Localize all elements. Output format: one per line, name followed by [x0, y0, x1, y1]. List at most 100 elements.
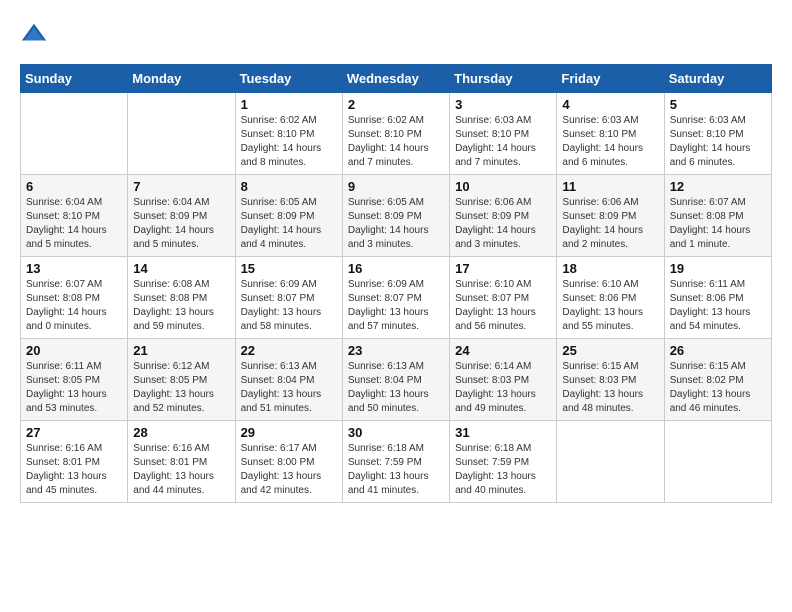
day-info: Sunrise: 6:03 AM Sunset: 8:10 PM Dayligh…	[455, 114, 551, 170]
day-number: 28	[133, 425, 229, 440]
day-info: Sunrise: 6:06 AM Sunset: 8:09 PM Dayligh…	[562, 196, 658, 252]
logo	[20, 20, 52, 48]
day-cell: 1 Sunrise: 6:02 AM Sunset: 8:10 PM Daylig…	[235, 93, 342, 175]
day-number: 1	[241, 97, 337, 112]
weekday-header-friday: Friday	[557, 65, 664, 93]
day-number: 21	[133, 343, 229, 358]
day-info: Sunrise: 6:14 AM Sunset: 8:03 PM Dayligh…	[455, 360, 551, 416]
day-cell: 18 Sunrise: 6:10 AM Sunset: 8:06 PM Dayli…	[557, 257, 664, 339]
day-cell: 17 Sunrise: 6:10 AM Sunset: 8:07 PM Dayli…	[450, 257, 557, 339]
day-info: Sunrise: 6:17 AM Sunset: 8:00 PM Dayligh…	[241, 442, 337, 498]
day-cell: 25 Sunrise: 6:15 AM Sunset: 8:03 PM Dayli…	[557, 339, 664, 421]
day-cell	[557, 421, 664, 503]
day-info: Sunrise: 6:15 AM Sunset: 8:02 PM Dayligh…	[670, 360, 766, 416]
day-cell: 2 Sunrise: 6:02 AM Sunset: 8:10 PM Daylig…	[342, 93, 449, 175]
day-cell: 5Sunrise: 6:03 AM Sunset: 8:10 PM Daylig…	[664, 93, 771, 175]
day-info: Sunrise: 6:08 AM Sunset: 8:08 PM Dayligh…	[133, 278, 229, 334]
day-cell: 13 Sunrise: 6:07 AM Sunset: 8:08 PM Dayli…	[21, 257, 128, 339]
weekday-header-thursday: Thursday	[450, 65, 557, 93]
day-cell: 16 Sunrise: 6:09 AM Sunset: 8:07 PM Dayli…	[342, 257, 449, 339]
day-number: 30	[348, 425, 444, 440]
day-number: 22	[241, 343, 337, 358]
day-number: 29	[241, 425, 337, 440]
day-number: 31	[455, 425, 551, 440]
day-cell: 27Sunrise: 6:16 AM Sunset: 8:01 PM Dayli…	[21, 421, 128, 503]
day-cell: 14Sunrise: 6:08 AM Sunset: 8:08 PM Dayli…	[128, 257, 235, 339]
day-cell: 31 Sunrise: 6:18 AM Sunset: 7:59 PM Dayli…	[450, 421, 557, 503]
day-cell	[128, 93, 235, 175]
day-cell: 30Sunrise: 6:18 AM Sunset: 7:59 PM Dayli…	[342, 421, 449, 503]
day-info: Sunrise: 6:09 AM Sunset: 8:07 PM Dayligh…	[241, 278, 337, 334]
day-number: 10	[455, 179, 551, 194]
day-cell: 22 Sunrise: 6:13 AM Sunset: 8:04 PM Dayli…	[235, 339, 342, 421]
day-cell: 7 Sunrise: 6:04 AM Sunset: 8:09 PM Daylig…	[128, 175, 235, 257]
week-row-4: 20 Sunrise: 6:11 AM Sunset: 8:05 PM Dayli…	[21, 339, 772, 421]
day-number: 23	[348, 343, 444, 358]
day-info: Sunrise: 6:16 AM Sunset: 8:01 PM Dayligh…	[26, 442, 122, 498]
day-cell: 3 Sunrise: 6:03 AM Sunset: 8:10 PM Daylig…	[450, 93, 557, 175]
day-number: 25	[562, 343, 658, 358]
day-info: Sunrise: 6:07 AM Sunset: 8:08 PM Dayligh…	[26, 278, 122, 334]
day-number: 9	[348, 179, 444, 194]
logo-icon	[20, 20, 48, 48]
page-header	[20, 20, 772, 48]
day-number: 19	[670, 261, 766, 276]
day-info: Sunrise: 6:18 AM Sunset: 7:59 PM Dayligh…	[455, 442, 551, 498]
day-number: 6	[26, 179, 122, 194]
day-info: Sunrise: 6:10 AM Sunset: 8:06 PM Dayligh…	[562, 278, 658, 334]
day-info: Sunrise: 6:11 AM Sunset: 8:05 PM Dayligh…	[26, 360, 122, 416]
day-info: Sunrise: 6:09 AM Sunset: 8:07 PM Dayligh…	[348, 278, 444, 334]
day-info: Sunrise: 6:16 AM Sunset: 8:01 PM Dayligh…	[133, 442, 229, 498]
weekday-header-sunday: Sunday	[21, 65, 128, 93]
day-cell: 26 Sunrise: 6:15 AM Sunset: 8:02 PM Dayli…	[664, 339, 771, 421]
day-cell: 10 Sunrise: 6:06 AM Sunset: 8:09 PM Dayli…	[450, 175, 557, 257]
day-info: Sunrise: 6:02 AM Sunset: 8:10 PM Dayligh…	[241, 114, 337, 170]
day-info: Sunrise: 6:05 AM Sunset: 8:09 PM Dayligh…	[241, 196, 337, 252]
day-info: Sunrise: 6:11 AM Sunset: 8:06 PM Dayligh…	[670, 278, 766, 334]
week-row-2: 6 Sunrise: 6:04 AM Sunset: 8:10 PM Daylig…	[21, 175, 772, 257]
day-info: Sunrise: 6:04 AM Sunset: 8:10 PM Dayligh…	[26, 196, 122, 252]
day-cell	[21, 93, 128, 175]
day-info: Sunrise: 6:13 AM Sunset: 8:04 PM Dayligh…	[348, 360, 444, 416]
day-cell: 21 Sunrise: 6:12 AM Sunset: 8:05 PM Dayli…	[128, 339, 235, 421]
day-number: 15	[241, 261, 337, 276]
day-cell: 8Sunrise: 6:05 AM Sunset: 8:09 PM Daylig…	[235, 175, 342, 257]
day-info: Sunrise: 6:03 AM Sunset: 8:10 PM Dayligh…	[562, 114, 658, 170]
day-number: 26	[670, 343, 766, 358]
day-info: Sunrise: 6:02 AM Sunset: 8:10 PM Dayligh…	[348, 114, 444, 170]
week-row-3: 13 Sunrise: 6:07 AM Sunset: 8:08 PM Dayli…	[21, 257, 772, 339]
day-number: 3	[455, 97, 551, 112]
day-info: Sunrise: 6:12 AM Sunset: 8:05 PM Dayligh…	[133, 360, 229, 416]
day-cell: 20 Sunrise: 6:11 AM Sunset: 8:05 PM Dayli…	[21, 339, 128, 421]
weekday-header-wednesday: Wednesday	[342, 65, 449, 93]
day-cell	[664, 421, 771, 503]
day-info: Sunrise: 6:04 AM Sunset: 8:09 PM Dayligh…	[133, 196, 229, 252]
day-number: 2	[348, 97, 444, 112]
day-info: Sunrise: 6:13 AM Sunset: 8:04 PM Dayligh…	[241, 360, 337, 416]
day-number: 20	[26, 343, 122, 358]
day-cell: 28 Sunrise: 6:16 AM Sunset: 8:01 PM Dayli…	[128, 421, 235, 503]
day-cell: 11 Sunrise: 6:06 AM Sunset: 8:09 PM Dayli…	[557, 175, 664, 257]
calendar-table: SundayMondayTuesdayWednesdayThursdayFrid…	[20, 64, 772, 503]
day-number: 18	[562, 261, 658, 276]
weekday-header-row: SundayMondayTuesdayWednesdayThursdayFrid…	[21, 65, 772, 93]
weekday-header-monday: Monday	[128, 65, 235, 93]
day-number: 12	[670, 179, 766, 194]
week-row-1: 1 Sunrise: 6:02 AM Sunset: 8:10 PM Daylig…	[21, 93, 772, 175]
day-info: Sunrise: 6:15 AM Sunset: 8:03 PM Dayligh…	[562, 360, 658, 416]
day-number: 5	[670, 97, 766, 112]
day-cell: 24 Sunrise: 6:14 AM Sunset: 8:03 PM Dayli…	[450, 339, 557, 421]
day-cell: 19 Sunrise: 6:11 AM Sunset: 8:06 PM Dayli…	[664, 257, 771, 339]
day-number: 16	[348, 261, 444, 276]
day-number: 7	[133, 179, 229, 194]
day-info: Sunrise: 6:10 AM Sunset: 8:07 PM Dayligh…	[455, 278, 551, 334]
day-number: 11	[562, 179, 658, 194]
day-number: 17	[455, 261, 551, 276]
day-number: 13	[26, 261, 122, 276]
day-cell: 4Sunrise: 6:03 AM Sunset: 8:10 PM Daylig…	[557, 93, 664, 175]
day-info: Sunrise: 6:06 AM Sunset: 8:09 PM Dayligh…	[455, 196, 551, 252]
day-number: 24	[455, 343, 551, 358]
day-cell: 29 Sunrise: 6:17 AM Sunset: 8:00 PM Dayli…	[235, 421, 342, 503]
day-cell: 15 Sunrise: 6:09 AM Sunset: 8:07 PM Dayli…	[235, 257, 342, 339]
day-info: Sunrise: 6:05 AM Sunset: 8:09 PM Dayligh…	[348, 196, 444, 252]
